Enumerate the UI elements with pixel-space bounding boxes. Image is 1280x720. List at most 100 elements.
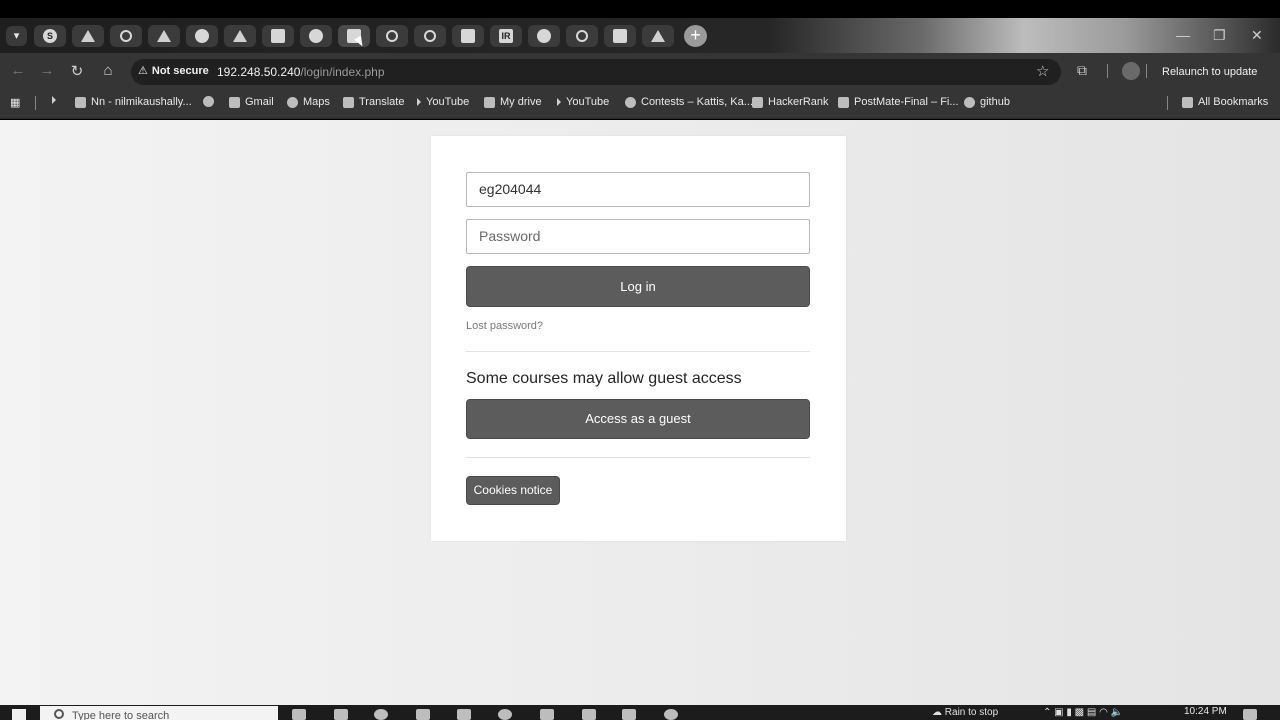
figma-icon: [838, 96, 849, 108]
tab-arrow[interactable]: [148, 25, 180, 47]
gmail-icon: [229, 96, 240, 108]
tab-drive-3[interactable]: [642, 25, 674, 47]
bookmark-my-drive[interactable]: My drive: [484, 96, 542, 108]
hackerrank-icon: [752, 96, 763, 108]
close-icon[interactable]: ✕: [1251, 27, 1263, 44]
guest-access-button[interactable]: Access as a guest: [466, 399, 810, 439]
all-bookmarks-button[interactable]: All Bookmarks: [1182, 96, 1268, 108]
taskbar-search-placeholder: Type here to search: [72, 710, 170, 720]
back-button[interactable]: ←: [8, 62, 28, 79]
infinity-icon: [424, 30, 436, 42]
weather-widget[interactable]: ☁ Rain to stop: [932, 707, 998, 718]
restore-icon[interactable]: ❐: [1213, 27, 1226, 44]
relaunch-label: Relaunch to update: [1162, 66, 1258, 78]
maps-icon: [287, 96, 298, 108]
globe-icon: [203, 96, 214, 107]
all-bookmarks-label: All Bookmarks: [1198, 96, 1269, 108]
tab-search-button[interactable]: ▾: [6, 26, 27, 46]
taskbar-clock[interactable]: 10:24 PM: [1184, 706, 1227, 717]
security-indicator[interactable]: ⚠ Not secure: [138, 64, 209, 78]
url-text[interactable]: 192.248.50.240/login/index.php: [217, 65, 385, 79]
bookmark-gmail[interactable]: Gmail: [229, 96, 274, 108]
home-button[interactable]: ⌂: [98, 62, 118, 79]
bookmark-kattis[interactable]: Contests – Kattis, Ka...: [625, 96, 753, 108]
new-tab-button[interactable]: +: [684, 25, 707, 47]
system-tray-icons[interactable]: ⌃ ▣ ▮ ▩ ▤ ◠ 🔈: [1043, 707, 1123, 718]
guest-access-heading: Some courses may allow guest access: [466, 370, 742, 387]
bookmark-item[interactable]: [52, 96, 56, 104]
bookmark-label: HackerRank: [768, 96, 829, 108]
forward-button[interactable]: →: [37, 62, 57, 79]
tab-infinity-2[interactable]: [566, 25, 598, 47]
infinity-icon: [576, 30, 588, 42]
username-input[interactable]: eg204044: [466, 172, 810, 207]
profile-avatar[interactable]: [1122, 62, 1140, 80]
tab-home[interactable]: [186, 25, 218, 47]
arrow-icon: [157, 30, 171, 42]
warning-icon: ⚠: [138, 65, 148, 77]
security-label: Not secure: [151, 64, 209, 77]
app-icon-2[interactable]: [582, 709, 596, 720]
url-host: 192.248.50.240: [217, 65, 301, 79]
extensions-icon[interactable]: ⧉: [1077, 62, 1087, 79]
task-view-icon[interactable]: [292, 709, 306, 720]
tab-plus-box[interactable]: [262, 25, 294, 47]
bookmark-maps[interactable]: Maps: [287, 96, 330, 108]
divider-2: [466, 457, 810, 458]
windows-start-icon[interactable]: [12, 709, 26, 720]
login-button[interactable]: Log in: [466, 266, 810, 307]
bookmark-youtube-2[interactable]: YouTube: [557, 96, 609, 108]
bookmark-postmate[interactable]: PostMate-Final – Fi...: [838, 96, 959, 108]
taskbar-search-input[interactable]: Type here to search: [40, 706, 278, 720]
bookmark-label: Gmail: [245, 96, 274, 108]
bookmark-translate[interactable]: Translate: [343, 96, 404, 108]
relaunch-button[interactable]: Relaunch to update ⋮: [1152, 59, 1280, 104]
lost-password-link[interactable]: Lost password?: [466, 320, 543, 332]
bookmark-nn[interactable]: Nn - nilmikaushally...: [75, 96, 192, 108]
tab-doc[interactable]: [452, 25, 484, 47]
bookmark-star-icon[interactable]: ☆: [1036, 62, 1049, 80]
edge-icon[interactable]: [374, 709, 388, 720]
bookmarks-divider-2: [1167, 96, 1168, 110]
notifications-icon[interactable]: [1243, 709, 1257, 720]
bookmark-globe[interactable]: [203, 96, 214, 107]
tab-chatgpt[interactable]: [376, 25, 408, 47]
kattis-icon: [625, 96, 636, 108]
whatsapp-icon[interactable]: [664, 709, 678, 720]
weather-text: Rain to stop: [944, 707, 999, 718]
github-icon: [964, 96, 975, 108]
tab-github[interactable]: [300, 25, 332, 47]
openai-icon: [120, 30, 132, 42]
s-icon: S: [43, 29, 57, 43]
password-input[interactable]: Password: [466, 219, 810, 254]
tab-doc-2[interactable]: [604, 25, 636, 47]
toolbar-divider: [1107, 64, 1108, 78]
drive-icon: [81, 30, 95, 42]
app-icon[interactable]: [334, 709, 348, 720]
chrome-icon[interactable]: [498, 709, 512, 720]
bookmark-label: Contests – Kattis, Ka...: [641, 96, 753, 108]
reload-button[interactable]: ↻: [67, 62, 87, 80]
tab-ir[interactable]: IR: [490, 25, 522, 47]
tab-infinity[interactable]: [414, 25, 446, 47]
drive-icon: [651, 30, 665, 42]
cookies-notice-button[interactable]: Cookies notice: [466, 476, 560, 505]
file-explorer-icon[interactable]: [416, 709, 430, 720]
ir-icon: IR: [499, 29, 513, 43]
minimize-icon[interactable]: —: [1176, 27, 1190, 43]
bookmark-youtube[interactable]: YouTube: [417, 96, 469, 108]
tab-openai[interactable]: [110, 25, 142, 47]
tab-s[interactable]: S: [34, 25, 66, 47]
apps-icon[interactable]: ▦: [10, 96, 20, 109]
calculator-icon[interactable]: [540, 709, 554, 720]
bookmark-github[interactable]: github: [964, 96, 1010, 108]
tab-circle-g[interactable]: [528, 25, 560, 47]
tab-drive[interactable]: [72, 25, 104, 47]
store-icon[interactable]: [457, 709, 471, 720]
vscode-icon[interactable]: [622, 709, 636, 720]
youtube-icon: [417, 98, 421, 106]
tab-drive-2[interactable]: [224, 25, 256, 47]
search-icon: [54, 709, 64, 719]
bookmark-icon: [75, 96, 86, 108]
bookmark-hackerrank[interactable]: HackerRank: [752, 96, 829, 108]
